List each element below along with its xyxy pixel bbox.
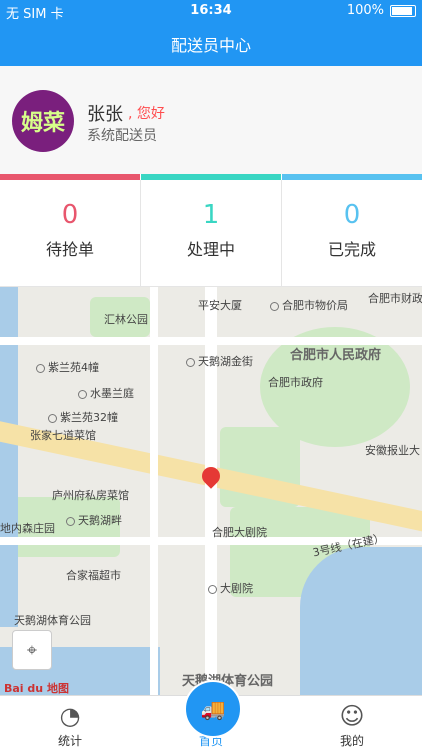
map-poi: 天鹅湖畔 [66,512,122,528]
map-road [150,287,158,695]
map-poi: 汇林公园 [104,313,148,326]
map-poi: 张家七道菜馆 [30,429,96,442]
stat-processing-label: 处理中 [186,240,235,259]
map-poi: 天鹅湖体育公园 [14,614,91,627]
map-poi: 水墨兰庭 [78,385,134,401]
map-poi: 地内森庄园 [0,522,55,535]
map-poi: 紫兰苑32幢 [48,409,118,425]
poi-dot-icon [270,301,279,311]
user-icon: ☺ [339,702,365,730]
user-role: 系统配送员 [87,128,157,144]
stat-processing[interactable]: 1 处理中 [141,180,282,286]
tab-statistics-label: 统计 [57,734,82,748]
map-poi: 合肥市物价局 [270,297,348,313]
status-bar: 无 SIM 卡 16:34 100% [0,0,422,22]
map-poi: 合肥大剧院 [212,526,267,539]
avatar-text: 姆菜 [20,111,65,136]
status-right: 100% [347,3,416,18]
stats-row: 0 待抢单 1 处理中 0 已完成 [0,180,422,287]
crosshair-icon: ⌖ [26,639,38,661]
map-poi: 平安大厦 [198,299,242,312]
page-title: 配送员中心 [170,36,251,55]
truck-icon: 🚚 [200,697,226,721]
stat-pending-value: 0 [61,200,79,230]
map-poi: 天鹅湖金街 [186,353,253,369]
user-name: 张张 [87,104,123,125]
map-poi: 紫兰苑4幢 [36,359,99,375]
map-poi: 合肥市政府 [268,376,323,389]
poi-dot-icon [208,584,217,594]
locate-button[interactable]: ⌖ [12,630,52,670]
stat-processing-value: 1 [202,200,220,230]
tab-statistics[interactable]: ◔ 统计 [0,696,140,751]
map-poi: 大剧院 [208,580,253,596]
battery-text: 100% [346,3,384,18]
tab-profile[interactable]: ☺ 我的 [282,696,422,751]
map-road [205,287,217,695]
stat-pending[interactable]: 0 待抢单 [0,180,141,286]
map-poi: 合肥市财政 [368,292,422,305]
stat-completed[interactable]: 0 已完成 [282,180,422,286]
map-poi: 合家福超市 [66,569,121,582]
baidu-logo: Bai du 地图 [4,682,69,695]
home-button[interactable]: 🚚 [184,680,242,738]
greeting-text: , 您好 [128,106,165,122]
poi-dot-icon [186,357,195,367]
map-poi: 安徽报业大 [365,444,420,457]
poi-dot-icon [66,516,75,526]
battery-icon [390,4,416,17]
poi-dot-icon [36,363,45,373]
map-view[interactable]: 平安大厦 合肥市物价局 合肥市财政 汇林公园 合肥市人民政府 天鹅湖金街 紫兰苑… [0,287,422,695]
map-poi: 合肥市人民政府 [290,348,382,363]
poi-dot-icon [78,389,87,399]
stat-completed-value: 0 [343,200,361,230]
header-bar: 无 SIM 卡 16:34 100% 配送员中心 [0,0,422,66]
avatar[interactable]: 姆菜 [12,90,74,152]
chart-icon: ◔ [59,702,81,730]
map-poi: 庐州府私房菜馆 [52,489,129,502]
stat-pending-label: 待抢单 [45,240,94,259]
stat-completed-label: 已完成 [327,240,376,259]
poi-dot-icon [48,413,57,423]
map-water [300,547,422,695]
tab-profile-label: 我的 [339,734,364,748]
